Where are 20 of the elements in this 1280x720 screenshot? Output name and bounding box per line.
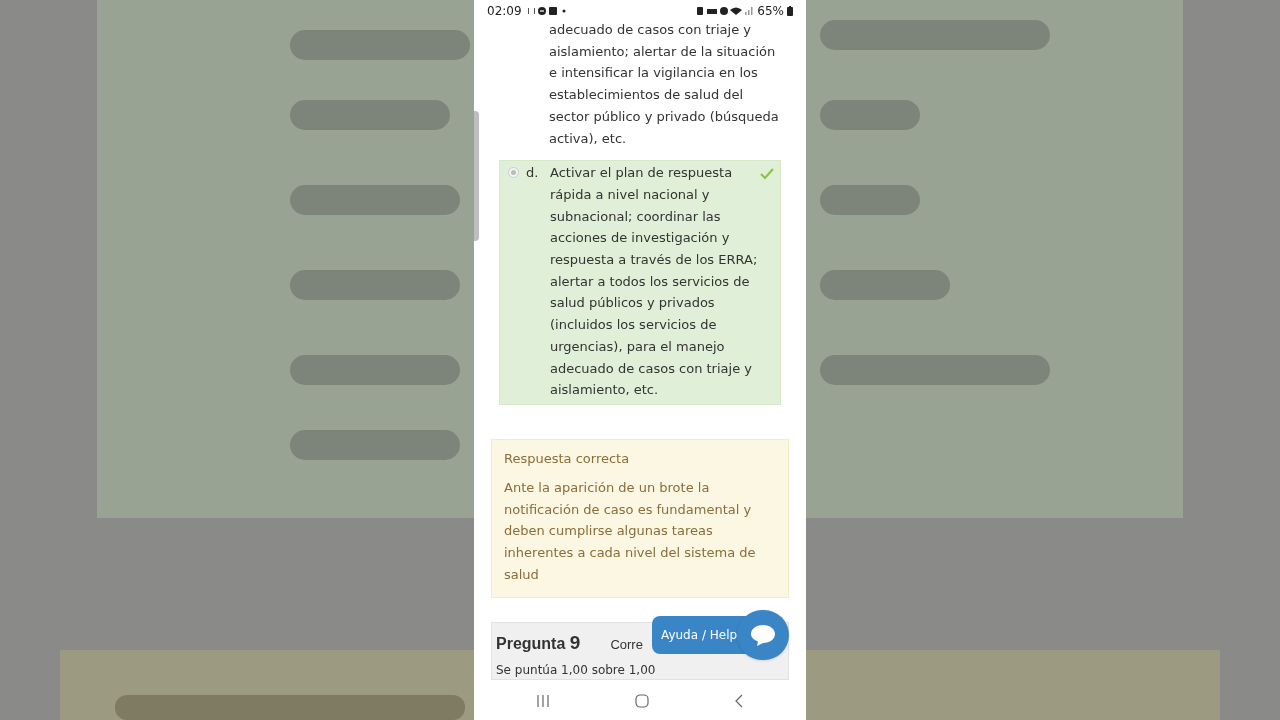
battery-icon (787, 5, 793, 16)
notification-icons-drawing (526, 5, 567, 16)
check-icon (760, 168, 774, 181)
question-title: Pregunta 9 (496, 631, 581, 656)
recent-apps-icon[interactable] (536, 695, 551, 707)
answer-option-text: Activar el plan de respuesta rápida a nivel nacional y subnacional; coordinar las acciones de investigación y respuesta a través de los ERRA; alertar a todos los servicios de salud públicos y privados (incluidos los servicios de urgencias), para el manejo adecuado de casos con triaje y aislamiento, etc. (550, 164, 759, 400)
question-score: Se puntúa 1,00 sobre 1,00 (496, 661, 657, 678)
battery-percentage: 65% (757, 2, 784, 20)
radio-button[interactable] (508, 167, 519, 179)
answer-option-text: adecuado de casos con triaje y aislamiento; alertar de la situación e intensificar la vigilancia en los establecimientos de salud del sector público y privado (búsqueda activa), etc. (549, 21, 780, 148)
feedback-text: Ante la aparición de un brote la notificación de caso es fundamental y deben cumplirse algunas tareas inherentes a cada nivel del sistema de salud (504, 478, 757, 584)
home-icon[interactable] (635, 694, 649, 708)
question-status: Corre (610, 636, 643, 655)
back-icon[interactable] (733, 694, 744, 708)
answer-option[interactable] (499, 160, 781, 406)
option-letter: d. (526, 164, 540, 183)
status-icons-drawing (696, 5, 755, 16)
clock-time: 02:09 (487, 2, 522, 20)
feedback-title: Respuesta correcta (504, 450, 631, 469)
chat-bubble-icon (749, 623, 777, 647)
